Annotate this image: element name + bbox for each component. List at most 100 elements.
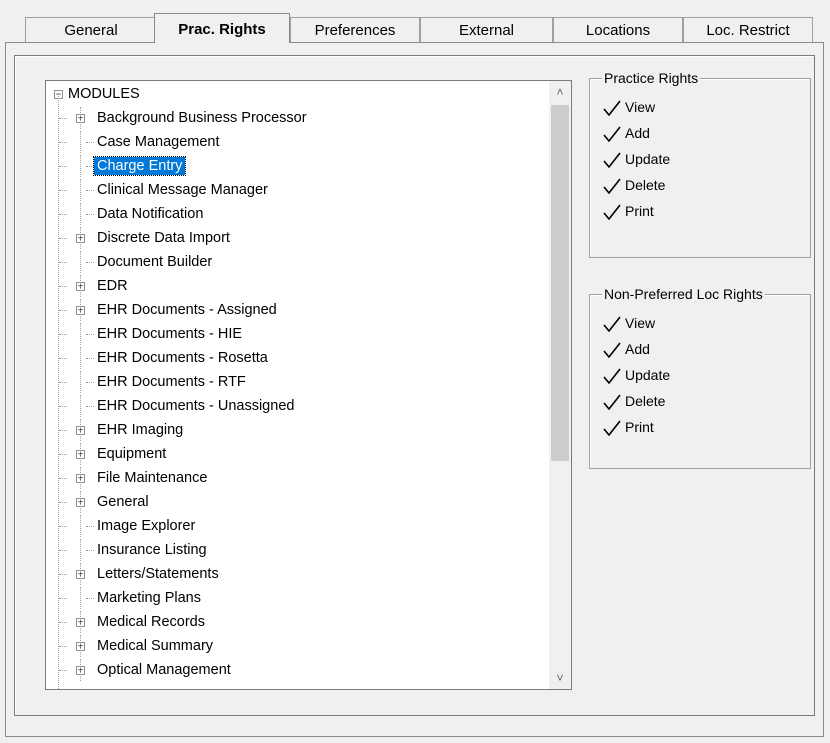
right-label: Delete: [625, 393, 666, 409]
tree-item[interactable]: + Medical Records: [46, 611, 208, 633]
tree-item[interactable]: + Medical Summary: [46, 635, 216, 657]
tree-connector: [80, 131, 81, 153]
tree-connector: [59, 286, 67, 287]
checkmark-icon: [603, 394, 621, 411]
right-label: View: [625, 315, 656, 331]
tree-item[interactable]: Image Explorer: [46, 515, 198, 537]
right-label: Print: [625, 419, 654, 435]
tree-item[interactable]: Data Notification: [46, 203, 206, 225]
tree-item-label: EHR Imaging: [97, 422, 184, 438]
tree-connector: [59, 214, 67, 215]
tree-item[interactable]: EHR Documents - RTF: [46, 371, 249, 393]
tree-item[interactable]: + Optical Management: [46, 659, 234, 681]
tree-connector: [59, 670, 67, 671]
tree-connector: [80, 299, 81, 321]
tab-locations[interactable]: Locations: [553, 17, 683, 42]
checkmark-icon: [603, 420, 621, 437]
tree-item[interactable]: + Discrete Data Import: [46, 227, 233, 249]
nonpreferred-rights-item[interactable]: Print: [602, 415, 654, 439]
right-label: Add: [625, 341, 650, 357]
tree-item-label: Marketing Plans: [97, 590, 201, 606]
tree-item[interactable]: EHR Documents - HIE: [46, 323, 245, 345]
tree-item[interactable]: Marketing Plans: [46, 587, 204, 609]
tree-item[interactable]: + Equipment: [46, 443, 169, 465]
tree-connector: [80, 539, 81, 561]
tree-item-label: Clinical Message Manager: [97, 182, 268, 198]
tree-connector: [59, 574, 67, 575]
tab-loc-restrict[interactable]: Loc. Restrict: [683, 17, 813, 42]
tree-item[interactable]: + EDR: [46, 275, 131, 297]
checkmark-icon: [603, 126, 621, 143]
scroll-down-icon[interactable]: ˅: [549, 667, 571, 689]
tree-item-label: Background Business Processor: [97, 110, 307, 126]
tree-item-label: File Maintenance: [97, 470, 208, 486]
tree-item-label: Optical Management: [97, 662, 231, 678]
tree-item[interactable]: + Letters/Statements: [46, 563, 222, 585]
tree-item-label: Medical Summary: [97, 638, 214, 654]
tree-item[interactable]: + EHR Documents - Assigned: [46, 299, 280, 321]
nonpreferred-rights-item[interactable]: Update: [602, 363, 670, 387]
tree-item-label: Letters/Statements: [97, 566, 219, 582]
nonpreferred-rights-item[interactable]: Add: [602, 337, 650, 361]
tree-connector: [80, 251, 81, 273]
tree-connector: [80, 491, 81, 513]
tree-item[interactable]: + EHR Imaging: [46, 419, 186, 441]
tree-connector: [80, 203, 81, 225]
modules-tree[interactable]: − MODULES + Background Business Processor…: [45, 80, 572, 690]
tree-item[interactable]: Clinical Message Manager: [46, 179, 271, 201]
nonpreferred-rights-item[interactable]: Delete: [602, 389, 665, 413]
tree-connector: [59, 550, 67, 551]
tree-item-label: General: [97, 494, 149, 510]
tree-item[interactable]: + File Maintenance: [46, 467, 210, 489]
tree-item[interactable]: EHR Documents - Rosetta: [46, 347, 271, 369]
nonpreferred-rights-item[interactable]: View: [602, 311, 655, 335]
tree-connector: [59, 622, 67, 623]
practice-rights-group: Practice Rights View Add Update Delete Print: [589, 69, 811, 258]
tree-item-label: Insurance Listing: [97, 542, 207, 558]
tab-external[interactable]: External: [420, 17, 553, 42]
right-label: View: [625, 99, 656, 115]
tree-connector: [59, 238, 67, 239]
practice-rights-item[interactable]: Delete: [602, 173, 665, 197]
tree-connector: [59, 502, 67, 503]
tree-connector: [86, 406, 94, 407]
tab-general[interactable]: General: [25, 17, 157, 42]
scroll-thumb[interactable]: [551, 105, 569, 461]
checkmark-icon: [603, 178, 621, 195]
tree-list: − MODULES + Background Business Processor…: [46, 81, 549, 689]
tree-connector: [80, 611, 81, 633]
tree-connector: [59, 646, 67, 647]
tree-item-label: Medical Records: [97, 614, 205, 630]
tree-connector: [59, 478, 67, 479]
tree-root-modules[interactable]: − MODULES: [54, 83, 140, 105]
tree-item-label: EHR Documents - HIE: [97, 326, 243, 342]
practice-rights-item[interactable]: Add: [602, 121, 650, 145]
tab-prac-rights[interactable]: Prac. Rights: [154, 13, 290, 43]
tree-connector: [59, 310, 67, 311]
tree-connector: [80, 635, 81, 657]
tree-connector: [86, 382, 94, 383]
tree-item[interactable]: EHR Documents - Unassigned: [46, 395, 297, 417]
practice-rights-item[interactable]: View: [602, 95, 655, 119]
tree-connector: [80, 587, 81, 609]
tree-item[interactable]: + Background Business Processor: [46, 107, 310, 129]
tree-item[interactable]: Document Builder: [46, 251, 215, 273]
practice-rights-item[interactable]: Update: [602, 147, 670, 171]
tree-item[interactable]: Charge Entry: [46, 155, 187, 177]
tree-item-label: Document Builder: [97, 254, 213, 270]
tree-connector: [86, 526, 94, 527]
tree-scrollbar[interactable]: ˄ ˅: [549, 81, 571, 689]
tree-item[interactable]: Case Management: [46, 131, 223, 153]
nonpreferred-rights-group: Non-Preferred Loc Rights View Add Update De…: [589, 285, 811, 469]
tab-preferences[interactable]: Preferences: [290, 17, 420, 42]
tree-item[interactable]: + General: [46, 491, 152, 513]
tree-connector: [59, 142, 67, 143]
tree-item-label: EHR Documents - RTF: [97, 374, 246, 390]
scroll-up-icon[interactable]: ˄: [549, 81, 571, 103]
tree-connector: [59, 190, 67, 191]
right-label: Delete: [625, 177, 666, 193]
tree-item[interactable]: Insurance Listing: [46, 539, 210, 561]
tree-connector: [86, 598, 94, 599]
practice-rights-item[interactable]: Print: [602, 199, 654, 223]
tree-item-label: Charge Entry: [92, 156, 187, 176]
